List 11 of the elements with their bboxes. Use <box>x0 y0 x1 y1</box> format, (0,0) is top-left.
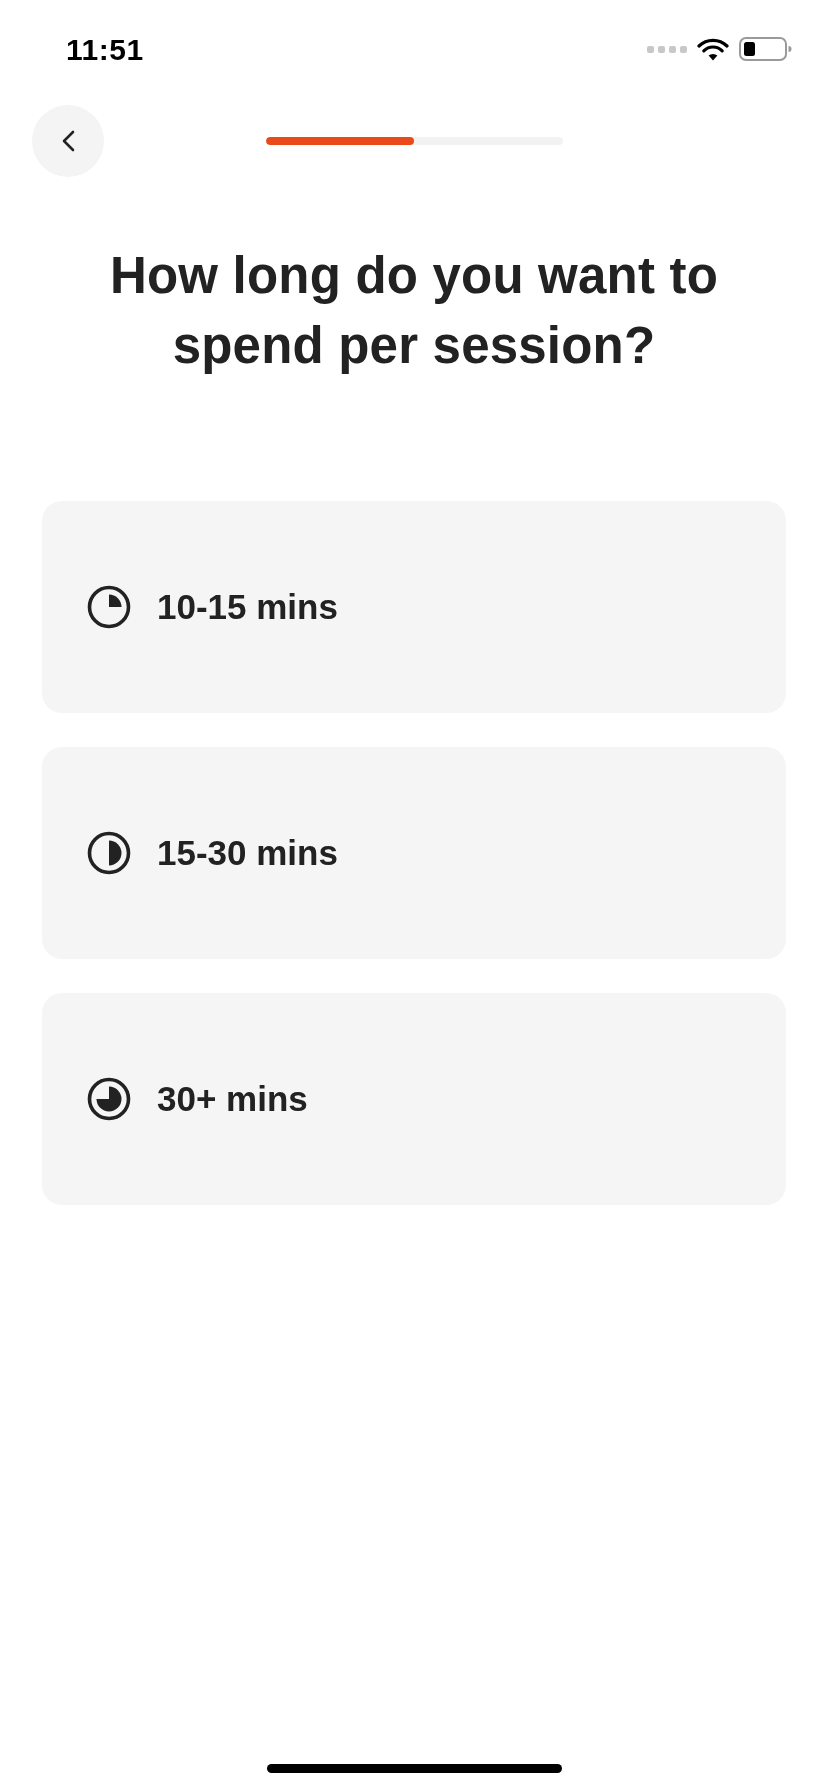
option-card[interactable]: 15-30 mins <box>42 747 786 959</box>
question-title: How long do you want to spend per session? <box>109 246 719 376</box>
option-card[interactable]: 10-15 mins <box>42 501 786 713</box>
pie-half-icon <box>87 831 131 875</box>
chevron-left-icon <box>61 130 75 152</box>
option-card[interactable]: 30+ mins <box>42 993 786 1205</box>
status-time: 11:51 <box>66 31 144 68</box>
pie-three-quarter-icon <box>87 1077 131 1121</box>
battery-icon <box>739 37 792 61</box>
wifi-icon <box>697 37 729 61</box>
pie-quarter-icon <box>87 585 131 629</box>
